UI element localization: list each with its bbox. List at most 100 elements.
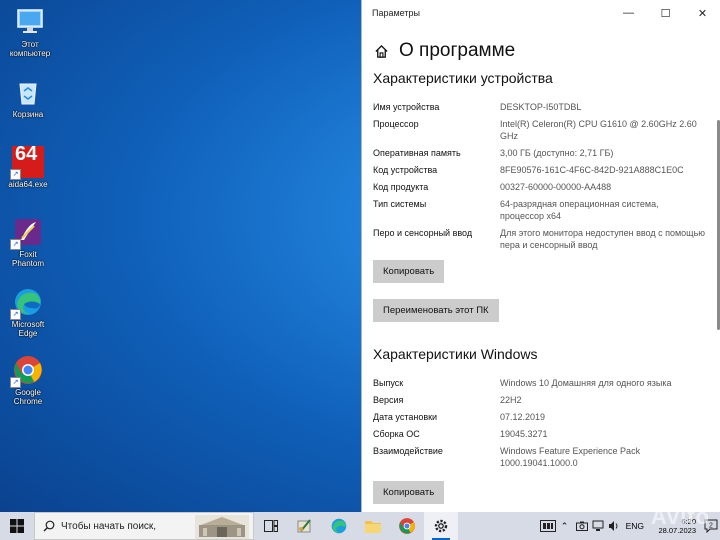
spec-value: 64-разрядная операционная система, проце… <box>500 199 659 221</box>
taskbar: Чтобы начать поиск, ⌃ ENG 6:20 28.07.202… <box>0 512 720 540</box>
spec-key: Оперативная память <box>373 148 461 158</box>
task-view-button[interactable] <box>254 512 288 540</box>
start-button[interactable] <box>0 512 34 540</box>
spec-key: Сборка ОС <box>373 429 420 439</box>
spec-value: 22H2 <box>500 395 522 405</box>
spec-key: Перо и сенсорный ввод <box>373 228 473 238</box>
search-icon <box>43 520 55 532</box>
taskbar-app-edge[interactable] <box>322 512 356 540</box>
spec-key: Версия <box>373 395 404 405</box>
task-view-icon <box>264 520 278 532</box>
desktop-icon-label: Google Chrome <box>13 388 43 406</box>
title-bar[interactable]: Параметры — ☐ ✕ <box>362 0 720 26</box>
desktop-icon-label: Foxit Phantom <box>11 250 45 268</box>
search-placeholder: Чтобы начать поиск, <box>61 520 157 532</box>
spec-row-pen-touch: Перо и сенсорный ввод Для этого монитора … <box>362 227 720 251</box>
folder-icon <box>365 521 381 533</box>
spec-value: Windows Feature Experience Pack 1000.190… <box>500 446 641 468</box>
spec-value: 19045.3271 <box>500 429 548 439</box>
spec-row-experience: Взаимодействие Windows Feature Experience… <box>362 445 720 469</box>
page-title: О программе <box>399 40 516 61</box>
spec-row-edition: Выпуск Windows 10 Домашняя для одного язы… <box>362 377 720 389</box>
rename-pc-button[interactable]: Переименовать этот ПК <box>373 299 499 322</box>
window-title: Параметры <box>372 8 420 18</box>
spec-value: Intel(R) Celeron(R) CPU G1610 @ 2.60GHz … <box>500 119 697 141</box>
spec-value: 8FE90576-161C-4F6C-842D-921A888C1E0C <box>500 165 684 175</box>
search-highlight-image-icon <box>195 515 249 539</box>
windows-specs-list: Выпуск Windows 10 Домашняя для одного язы… <box>362 377 720 469</box>
spec-key: Код продукта <box>373 182 429 192</box>
spec-row-os-build: Сборка ОС 19045.3271 <box>362 428 720 440</box>
page-header: О программе <box>374 40 720 62</box>
chevron-up-icon: ⌃ <box>560 520 569 531</box>
copy-device-specs-button[interactable]: Копировать <box>373 260 445 283</box>
tray-camera-icon[interactable] <box>574 512 590 540</box>
home-icon[interactable] <box>374 44 389 59</box>
foxit-icon: ↗ <box>10 216 44 250</box>
device-specs-heading: Характеристики устройства <box>373 70 553 86</box>
network-icon <box>592 520 604 531</box>
taskbar-app-tweaks[interactable] <box>288 512 322 540</box>
desktop-icon-recycle-bin[interactable]: Корзина <box>0 76 56 119</box>
copy-windows-specs-button[interactable]: Копировать <box>373 481 445 504</box>
spec-row-processor: Процессор Intel(R) Celeron(R) CPU G1610 @… <box>362 118 720 142</box>
desktop-icon-label: Microsoft Edge <box>11 320 45 338</box>
spec-key: Процессор <box>373 119 419 129</box>
shortcut-arrow-icon: ↗ <box>10 377 21 388</box>
camera-icon <box>575 521 588 531</box>
tray-volume-icon[interactable] <box>606 512 622 540</box>
spec-row-version: Версия 22H2 <box>362 394 720 406</box>
spec-value: Для этого монитора недоступен ввод с пом… <box>500 228 706 250</box>
desktop-icon-aida64[interactable]: 64 ↗ aida64.exe <box>0 144 56 189</box>
chrome-icon: ↗ <box>10 354 44 388</box>
spec-row-install-date: Дата установки 07.12.2019 <box>362 411 720 423</box>
shortcut-arrow-icon: ↗ <box>10 239 21 250</box>
taskbar-app-explorer[interactable] <box>356 512 390 540</box>
computer-icon <box>14 6 46 38</box>
desktop-icon-label: Корзина <box>12 110 44 119</box>
desktop-icon-label: Этот компьютер <box>9 40 51 58</box>
edge-icon <box>331 518 347 534</box>
spec-key: Взаимодействие <box>373 446 443 456</box>
maximize-button[interactable]: ☐ <box>647 0 684 26</box>
desktop-icon-foxit[interactable]: ↗ Foxit Phantom <box>0 216 56 268</box>
spec-key: Код устройства <box>373 165 438 175</box>
desktop-icon-chrome[interactable]: ↗ Google Chrome <box>0 354 56 406</box>
spec-row-device-id: Код устройства 8FE90576-161C-4F6C-842D-92… <box>362 164 720 176</box>
windows-logo-icon <box>10 519 24 533</box>
minimize-button[interactable]: — <box>610 0 647 26</box>
tray-network-icon[interactable] <box>590 512 606 540</box>
spec-value: 3,00 ГБ (доступно: 2,71 ГБ) <box>500 148 614 158</box>
settings-window: Параметры — ☐ ✕ О программе Характеристи… <box>361 0 720 512</box>
device-specs-list: Имя устройства DESKTOP-I50TDBL Процессор I… <box>362 101 720 251</box>
desktop-icon-label: aida64.exe <box>8 180 48 189</box>
avito-watermark: Avito <box>650 504 710 529</box>
taskbar-search[interactable]: Чтобы начать поиск, <box>34 512 254 540</box>
speaker-icon <box>608 521 618 531</box>
gear-icon <box>434 519 448 533</box>
show-hidden-icons-button[interactable]: ⌃ <box>556 512 574 540</box>
desktop-icon-edge[interactable]: ↗ Microsoft Edge <box>0 286 56 338</box>
windows-specs-heading: Характеристики Windows <box>373 346 538 362</box>
spec-value: Windows 10 Домашняя для одного языка <box>500 378 672 388</box>
spec-row-product-id: Код продукта 00327-60000-00000-AA488 <box>362 181 720 193</box>
spec-key: Выпуск <box>373 378 404 388</box>
desktop-icon-this-pc[interactable]: Этот компьютер <box>2 6 58 58</box>
aida64-icon: 64 ↗ <box>10 144 44 180</box>
spec-row-ram: Оперативная память 3,00 ГБ (доступно: 2,7… <box>362 147 720 159</box>
spec-row-device-name: Имя устройства DESKTOP-I50TDBL <box>362 101 720 113</box>
taskbar-app-settings[interactable] <box>424 512 458 540</box>
input-language[interactable]: ENG <box>626 521 644 531</box>
recycle-bin-icon <box>12 76 44 108</box>
spec-value: 07.12.2019 <box>500 412 546 422</box>
window-controls: — ☐ ✕ <box>610 0 720 26</box>
spec-value: DESKTOP-I50TDBL <box>500 102 582 112</box>
close-button[interactable]: ✕ <box>684 0 720 26</box>
taskbar-app-chrome[interactable] <box>390 512 424 540</box>
tray-app-icon[interactable] <box>539 512 556 540</box>
spec-key: Дата установки <box>373 412 438 422</box>
shortcut-arrow-icon: ↗ <box>10 309 21 320</box>
edge-icon: ↗ <box>10 286 44 320</box>
spec-row-system-type: Тип системы 64-разрядная операционная сис… <box>362 198 720 222</box>
chrome-icon <box>399 518 415 534</box>
